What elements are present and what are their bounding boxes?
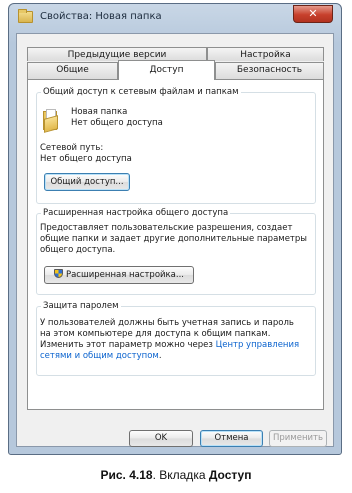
figure-caption-bold: Доступ: [208, 468, 252, 482]
advanced-sharing-group-title: Расширенная настройка общего доступа: [41, 208, 231, 218]
figure-number: Рис. 4.18: [100, 468, 153, 482]
password-protection-text-line: на этом компьютере для доступа к общим п…: [40, 329, 271, 339]
advanced-sharing-description-line: Предоставляет пользовательские разрешени…: [40, 223, 293, 233]
uac-shield-icon: [53, 269, 63, 278]
password-protection-text-line: сетями и общим доступом.: [40, 351, 162, 362]
tab-sharing[interactable]: Доступ: [118, 60, 215, 80]
tab-general[interactable]: Общие: [27, 62, 118, 79]
advanced-sharing-description-line: общие папки и задает другие дополнительн…: [40, 234, 307, 244]
advanced-sharing-group: Расширенная настройка общего доступа Пре…: [36, 208, 316, 295]
figure-caption-middle: . Вкладка: [152, 468, 209, 482]
network-sharing-group: Общий доступ к сетевым файлам и папкам Н…: [36, 87, 316, 204]
tab-security[interactable]: Безопасность: [215, 62, 324, 79]
network-center-link-continued[interactable]: сетями и общим доступом: [40, 351, 159, 361]
properties-window: Свойства: Новая папка ✕ Предыдущие верси…: [8, 3, 342, 455]
title-bar[interactable]: Свойства: Новая папка ✕: [9, 4, 341, 32]
folder-icon: [18, 9, 33, 23]
advanced-sharing-button[interactable]: Расширенная настройка...: [44, 266, 194, 284]
window-title: Свойства: Новая папка: [40, 11, 162, 22]
password-protection-group: Защита паролем У пользователей должны бы…: [36, 301, 316, 376]
sharing-tab-panel: Общий доступ к сетевым файлам и папкам Н…: [27, 79, 324, 410]
close-icon: ✕: [308, 7, 318, 20]
network-path-value: Нет общего доступа: [40, 154, 132, 164]
share-button[interactable]: Общий доступ...: [44, 173, 130, 191]
password-protection-text-line: У пользователей должны быть учетная запи…: [40, 318, 294, 328]
figure-caption: Рис. 4.18. Вкладка Доступ: [0, 468, 352, 482]
cancel-button[interactable]: Отмена: [200, 430, 263, 447]
tab-customize[interactable]: Настройка: [207, 47, 324, 61]
apply-button[interactable]: Применить: [269, 430, 327, 447]
password-protection-text-line: Изменить этот параметр можно через Центр…: [40, 340, 299, 351]
folder-sharing-status: Нет общего доступа: [71, 118, 163, 128]
password-protection-text-tail: .: [158, 351, 162, 361]
network-path-label: Сетевой путь:: [40, 143, 104, 153]
ok-button[interactable]: OK: [129, 430, 193, 447]
network-sharing-group-title: Общий доступ к сетевым файлам и папкам: [41, 87, 241, 97]
network-center-link[interactable]: Центр управления: [216, 340, 300, 350]
advanced-sharing-description-line: общего доступа.: [40, 245, 116, 255]
advanced-sharing-button-label: Расширенная настройка...: [65, 270, 185, 280]
dialog-client-area: Предыдущие версии Настройка Общие Доступ…: [16, 33, 334, 447]
folder-name: Новая папка: [71, 107, 128, 117]
close-button[interactable]: ✕: [293, 5, 333, 23]
tab-previous-versions[interactable]: Предыдущие версии: [27, 47, 207, 61]
password-protection-text-prefix: Изменить этот параметр можно через: [40, 340, 216, 350]
password-protection-group-title: Защита паролем: [41, 301, 121, 311]
shared-folder-icon: [43, 109, 59, 133]
